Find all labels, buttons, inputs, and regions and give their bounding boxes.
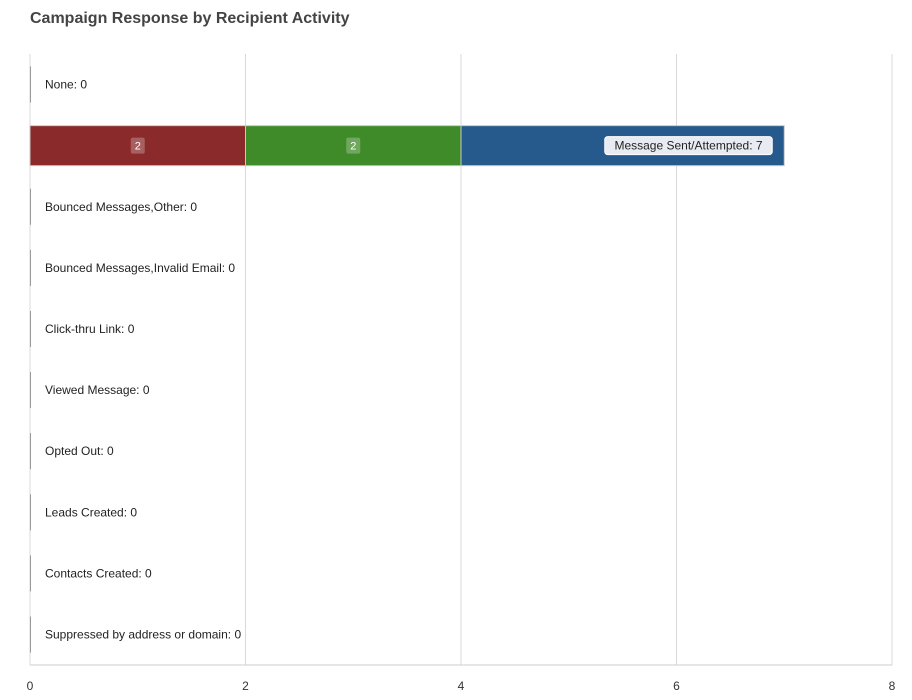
row-label: Leads Created: 0: [45, 505, 137, 519]
row-label: Contacts Created: 0: [45, 566, 152, 580]
row-label: Viewed Message: 0: [45, 383, 150, 397]
row-label: Opted Out: 0: [45, 444, 114, 458]
x-tick-label: 0: [27, 679, 34, 693]
row-label: Suppressed by address or domain: 0: [45, 627, 241, 641]
segment-value-label: 2: [135, 141, 141, 153]
bar-chart: None: 0 2 2 Message Sent/Attempted: 7 Bounce…: [27, 54, 896, 693]
row-label: Bounced Messages,Invalid Email: 0: [45, 261, 235, 275]
x-tick-label: 8: [889, 679, 896, 693]
x-tick-label: 4: [458, 679, 465, 693]
row-label: None: 0: [45, 78, 87, 92]
x-tick-label: 2: [242, 679, 249, 693]
segment-value-label: 2: [350, 141, 356, 153]
x-tick-label: 6: [673, 679, 680, 693]
row-label: Click-thru Link: 0: [45, 322, 135, 336]
row-label: Bounced Messages,Other: 0: [45, 200, 197, 214]
bar-total-label: Message Sent/Attempted: 7: [614, 139, 762, 153]
x-axis-ticks: 0 2 4 6 8: [27, 679, 896, 693]
